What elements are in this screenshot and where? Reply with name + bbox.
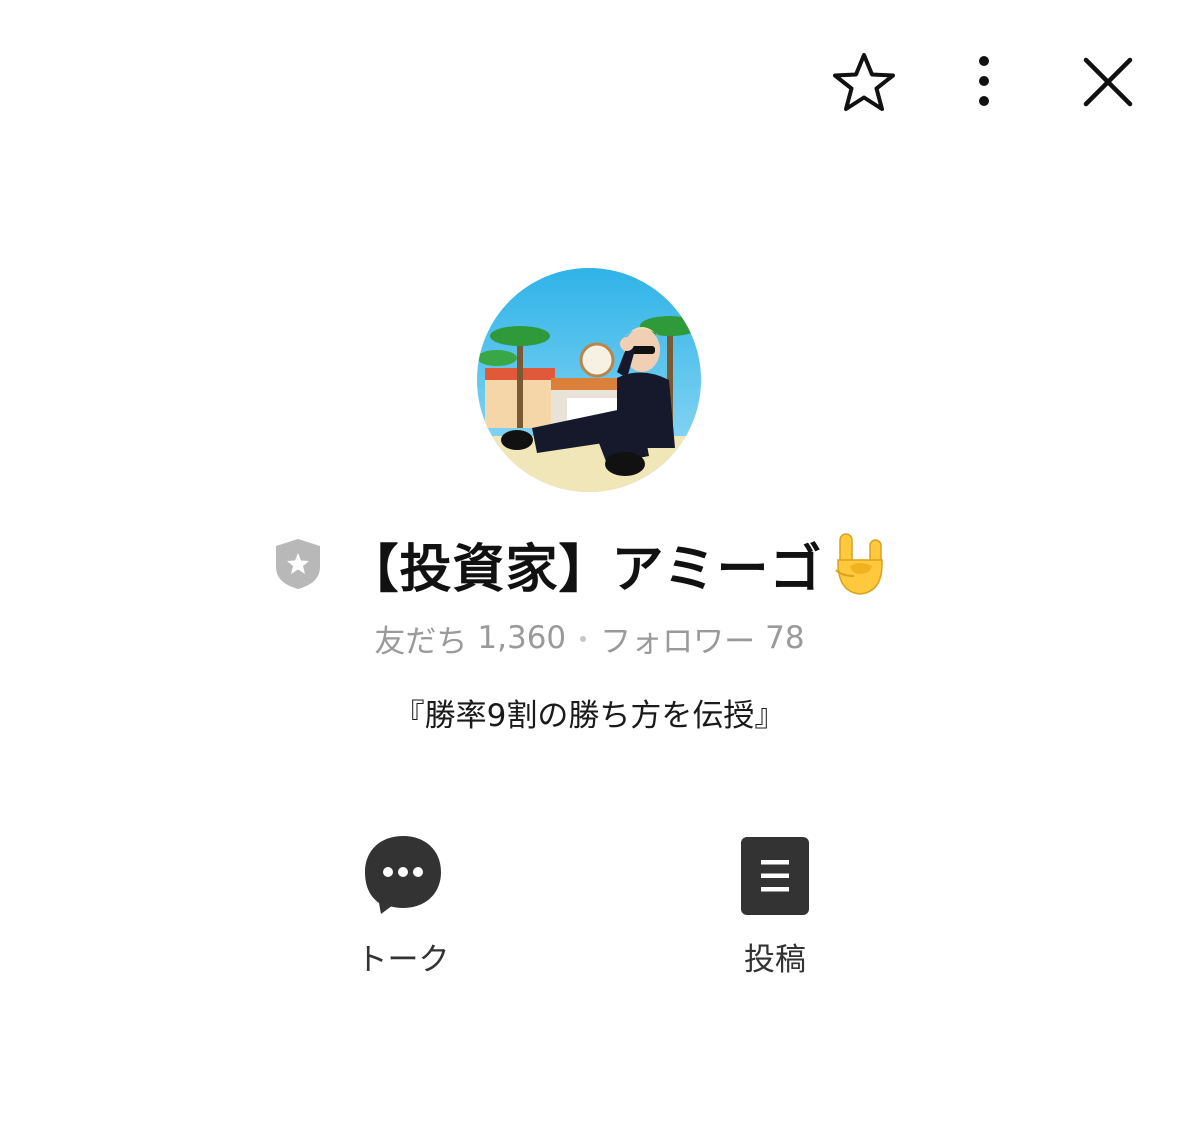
star-outline-icon [833, 53, 895, 111]
followers-label: フォロワー [600, 623, 756, 660]
posts-label: 投稿 [744, 942, 806, 978]
status-message: 『勝率9割の勝ち方を伝授』 [393, 698, 786, 734]
post-document-icon [741, 837, 809, 915]
profile-page: 【投資家】アミーゴ 友だち 1,360 フォロワー 78 『勝率9割の勝ち方を伝… [0, 0, 1179, 1133]
talk-button[interactable]: トーク [303, 826, 503, 979]
rock-on-hand-emoji [835, 533, 884, 595]
display-name: 【投資家】アミーゴ [346, 539, 823, 600]
friends-count: 1,360 [477, 620, 567, 656]
chat-bubble-icon [365, 836, 441, 914]
gray-shield-star-icon [275, 539, 320, 589]
close-button[interactable] [1068, 42, 1148, 122]
talk-label: トーク [356, 942, 450, 978]
favorite-button[interactable] [824, 42, 904, 122]
followers-count: 78 [765, 620, 805, 656]
friends-label: 友だち [374, 623, 468, 660]
profile-avatar[interactable] [477, 268, 701, 492]
profile-name-row: 【投資家】アミーゴ [0, 524, 1179, 604]
vertical-dots-icon [979, 56, 989, 106]
posts-button[interactable]: 投稿 [675, 826, 875, 979]
close-x-icon [1083, 57, 1133, 107]
stats-separator-dot [580, 636, 587, 642]
profile-stats: 友だち 1,360 フォロワー 78 [0, 614, 1179, 662]
more-options-button[interactable] [944, 42, 1024, 122]
